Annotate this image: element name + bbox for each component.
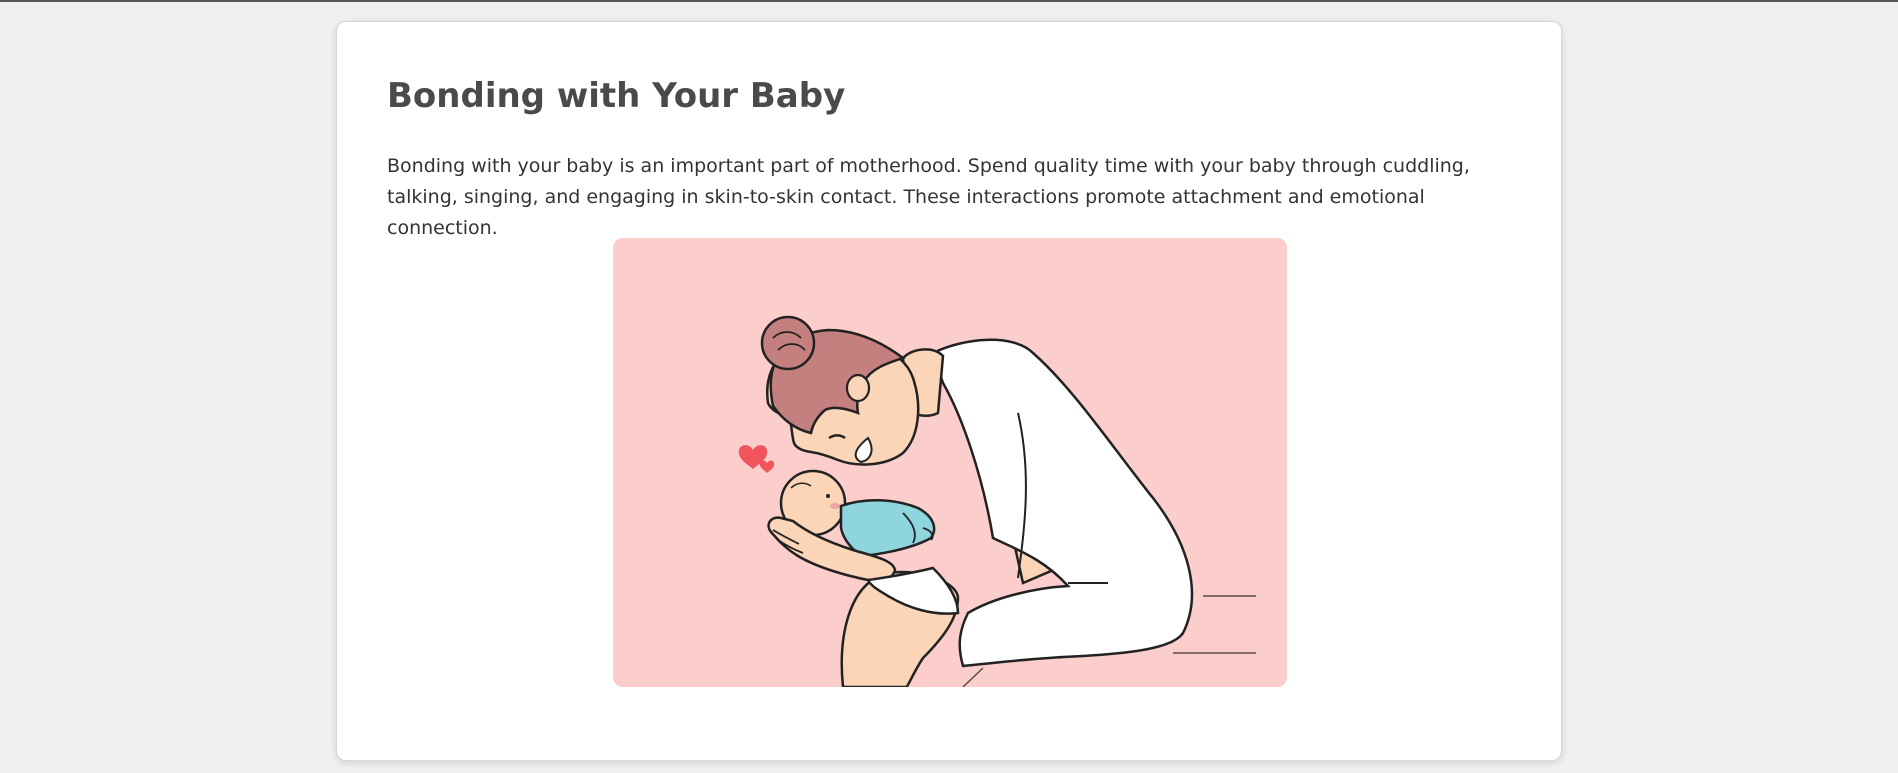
mother-ear (845, 373, 871, 403)
mother-baby-illustration (613, 238, 1287, 687)
article-paragraph: Bonding with your baby is an important p… (387, 155, 1470, 239)
article-card: Bonding with Your Baby Bonding with your… (336, 21, 1562, 761)
page-title: Bonding with Your Baby (387, 76, 846, 116)
window-top-border (0, 0, 1898, 2)
hair-bun (760, 315, 816, 371)
